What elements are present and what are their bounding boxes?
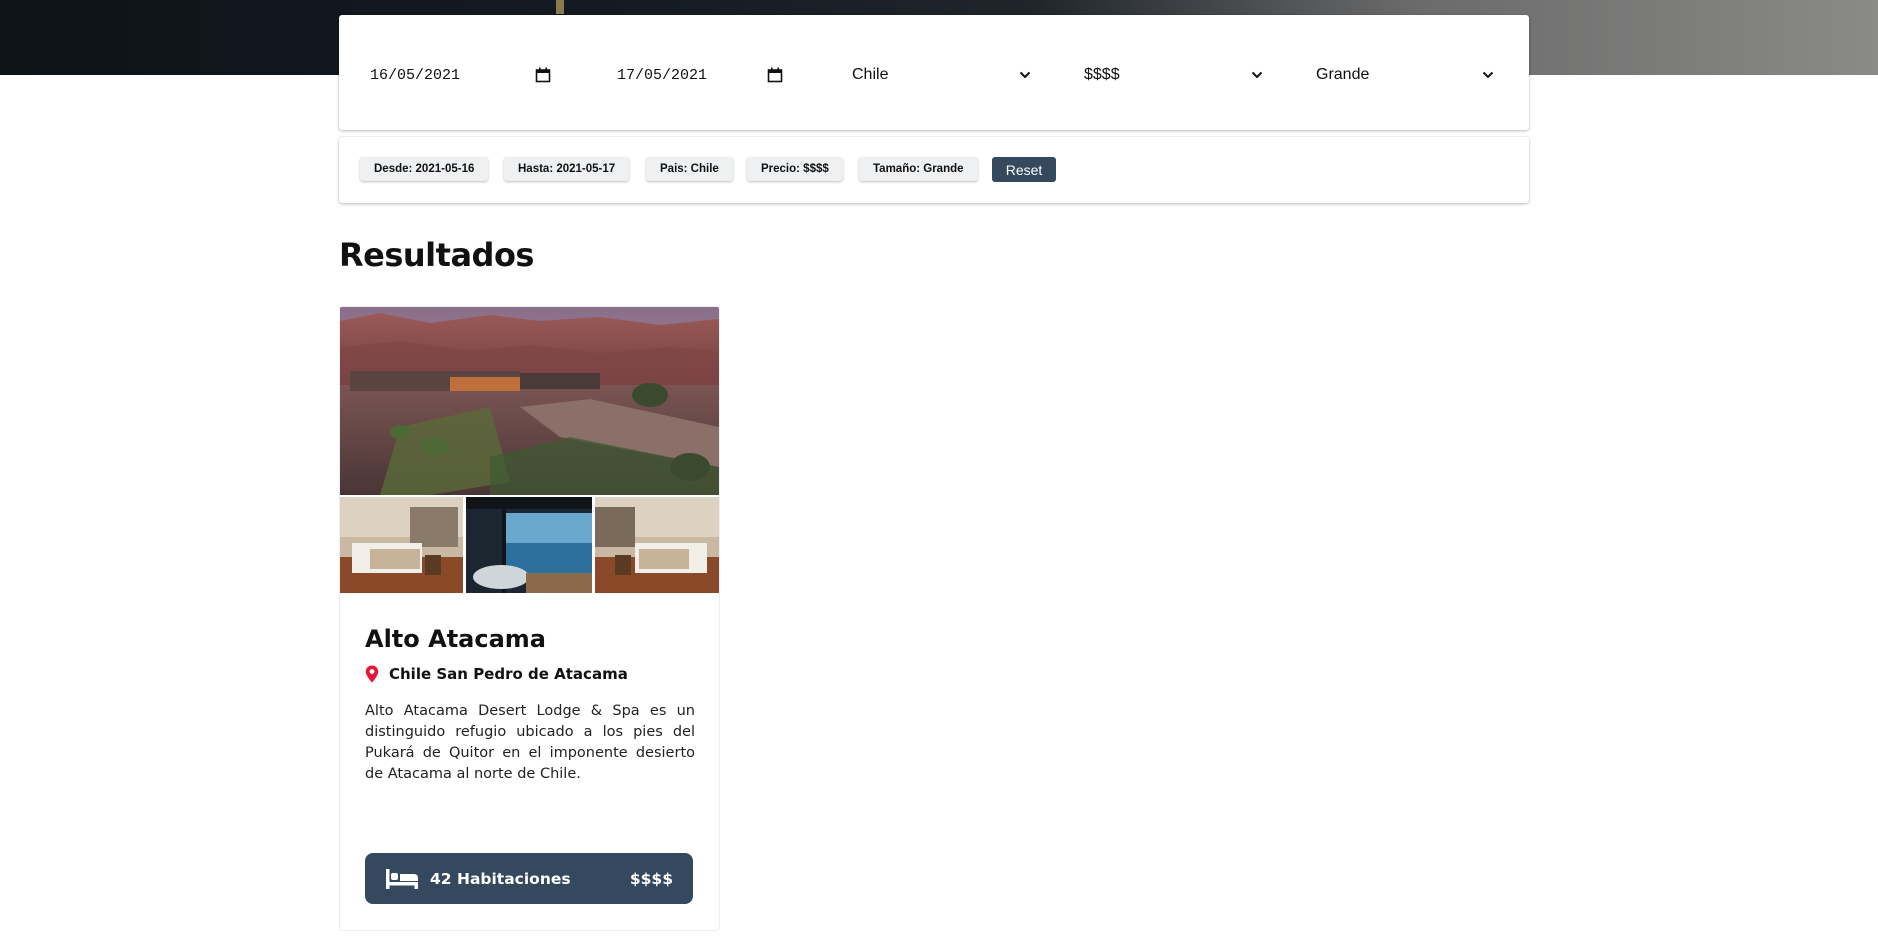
date-from-value: 16/05/2021 (370, 66, 461, 84)
country-select[interactable]: Chile (852, 55, 1032, 95)
bed-icon (386, 868, 418, 889)
reset-button[interactable]: Reset (992, 157, 1056, 182)
hotel-card-body: Alto Atacama Chile San Pedro de Atacama … (365, 625, 695, 800)
hotel-price: $$$$ (629, 869, 673, 888)
hotel-card[interactable]: Alto Atacama Chile San Pedro de Atacama … (339, 306, 720, 931)
hotel-name[interactable]: Alto Atacama (365, 625, 695, 653)
price-select[interactable]: $$$$ (1084, 55, 1264, 95)
date-to-input[interactable]: 17/05/2021 (617, 55, 807, 95)
hotel-location: Chile San Pedro de Atacama (365, 665, 695, 683)
price-select-value: $$$$ (1084, 66, 1120, 83)
hotel-info-bar: 42 Habitaciones $$$$ (365, 853, 693, 904)
hotel-thumbnail-bedroom-2[interactable] (595, 497, 719, 593)
size-select[interactable]: Grande (1316, 55, 1496, 95)
chip-size[interactable]: Tamaño: Grande (859, 157, 978, 181)
chip-date-to[interactable]: Hasta: 2021-05-17 (504, 157, 630, 181)
active-filters-bar: Desde: 2021-05-16 Hasta: 2021-05-17 Pais… (339, 137, 1529, 203)
hotel-thumbnail-spa[interactable] (466, 497, 592, 593)
hotel-thumbnail-bedroom[interactable] (340, 497, 463, 593)
search-filters: 16/05/2021 17/05/2021 Chile $$$$ Grande (339, 15, 1529, 130)
hotel-main-photo[interactable] (340, 307, 719, 495)
calendar-icon[interactable] (767, 67, 783, 83)
country-select-value: Chile (852, 66, 889, 83)
chevron-down-icon (1482, 71, 1494, 79)
chip-country[interactable]: Pais: Chile (646, 157, 733, 181)
hotel-location-text: Chile San Pedro de Atacama (389, 665, 628, 683)
chevron-down-icon (1019, 71, 1031, 79)
chip-price[interactable]: Precio: $$$$ (747, 157, 843, 181)
results-title: Resultados (339, 236, 534, 274)
hotel-rooms: 42 Habitaciones (430, 869, 571, 888)
chip-date-from[interactable]: Desde: 2021-05-16 (360, 157, 489, 181)
date-from-input[interactable]: 16/05/2021 (370, 55, 560, 95)
date-to-value: 17/05/2021 (617, 66, 708, 84)
calendar-icon[interactable] (535, 67, 551, 83)
hero-detail (556, 0, 564, 14)
size-select-value: Grande (1316, 66, 1370, 83)
chevron-down-icon (1251, 71, 1263, 79)
hotel-description: Alto Atacama Desert Lodge & Spa es un di… (365, 703, 695, 782)
location-pin-icon (365, 665, 379, 683)
